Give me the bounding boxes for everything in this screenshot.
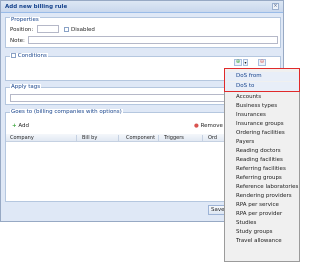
column-divider	[118, 135, 119, 141]
note-input[interactable]	[28, 36, 278, 44]
menu-item[interactable]: Reading facilities	[225, 156, 299, 165]
disabled-checkbox[interactable]	[64, 27, 69, 32]
conditions-legend: Conditions	[17, 53, 47, 59]
remove-company-button[interactable]: ● Remove	[194, 123, 223, 129]
position-label: Position:	[10, 27, 34, 33]
menu-item[interactable]: Insurance groups	[225, 120, 299, 129]
close-icon[interactable]: ×	[272, 3, 279, 10]
menu-item[interactable]: Study groups	[225, 228, 299, 237]
apply-tags-input[interactable]	[10, 94, 230, 102]
column-divider	[158, 135, 159, 141]
goes-to-legend: Goes to (billing companies with options)	[10, 109, 123, 115]
menu-item[interactable]: RPA per provider	[225, 210, 299, 219]
menu-item[interactable]: Referring groups	[225, 174, 299, 183]
column-divider	[76, 135, 77, 141]
menu-item[interactable]: Reference laboratories	[225, 183, 299, 192]
menu-item[interactable]: Referring facilities	[225, 165, 299, 174]
menu-item[interactable]: Ordering facilities	[225, 129, 299, 138]
add-condition-dropdown[interactable]: ▾	[243, 59, 248, 66]
menu-item[interactable]: Business types	[225, 102, 299, 111]
remove-condition-button[interactable]: ⊖	[258, 59, 266, 66]
dialog-title: Add new billing rule	[5, 4, 68, 10]
position-input[interactable]	[37, 25, 59, 33]
note-label: Note:	[10, 38, 25, 44]
add-company-button[interactable]: + Add	[12, 123, 29, 129]
menu-item[interactable]: Accounts	[225, 93, 299, 102]
add-company-label: Add	[18, 123, 30, 129]
conditions-toggle[interactable]: Conditions	[10, 53, 48, 59]
column-divider	[202, 135, 203, 141]
properties-fieldset: Properties Position: Disabled Note:	[5, 17, 281, 48]
column-header-component[interactable]: Component	[126, 135, 155, 141]
remove-company-label: Remove	[200, 123, 223, 129]
menu-item[interactable]: DoS from	[225, 72, 299, 81]
condition-type-menu: DoS from DoS to Accounts Business types …	[224, 68, 300, 262]
minus-circle-icon: ⊖	[259, 59, 265, 65]
menu-item[interactable]: DoS to	[225, 82, 299, 91]
menu-item[interactable]: Reading doctors	[225, 147, 299, 156]
disabled-label: Disabled	[71, 27, 95, 33]
dialog-titlebar[interactable]: Add new billing rule ×	[1, 1, 283, 13]
remove-icon: ●	[194, 123, 199, 129]
collapse-icon[interactable]	[11, 53, 16, 58]
menu-item[interactable]: Studies	[225, 219, 299, 228]
menu-item[interactable]: Rendering providers	[225, 192, 299, 201]
plus-circle-icon: ⊕	[235, 59, 241, 65]
column-header-company[interactable]: Company	[10, 135, 34, 141]
chevron-down-icon: ▾	[244, 60, 247, 65]
column-header-triggers[interactable]: Triggers	[164, 135, 184, 141]
menu-item[interactable]: Travel allowance	[225, 237, 299, 246]
column-header-ord[interactable]: Ord	[208, 135, 217, 141]
properties-legend: Properties	[10, 17, 40, 23]
column-header-bill-by[interactable]: Bill by	[82, 135, 97, 141]
save-label: Save	[211, 207, 225, 213]
plus-icon: +	[12, 123, 17, 129]
menu-item[interactable]: RPA per service	[225, 201, 299, 210]
apply-tags-legend: Apply tags	[10, 84, 42, 90]
menu-item[interactable]: Payers	[225, 138, 299, 147]
menu-item[interactable]: Insurances	[225, 111, 299, 120]
add-condition-button[interactable]: ⊕	[234, 59, 242, 66]
